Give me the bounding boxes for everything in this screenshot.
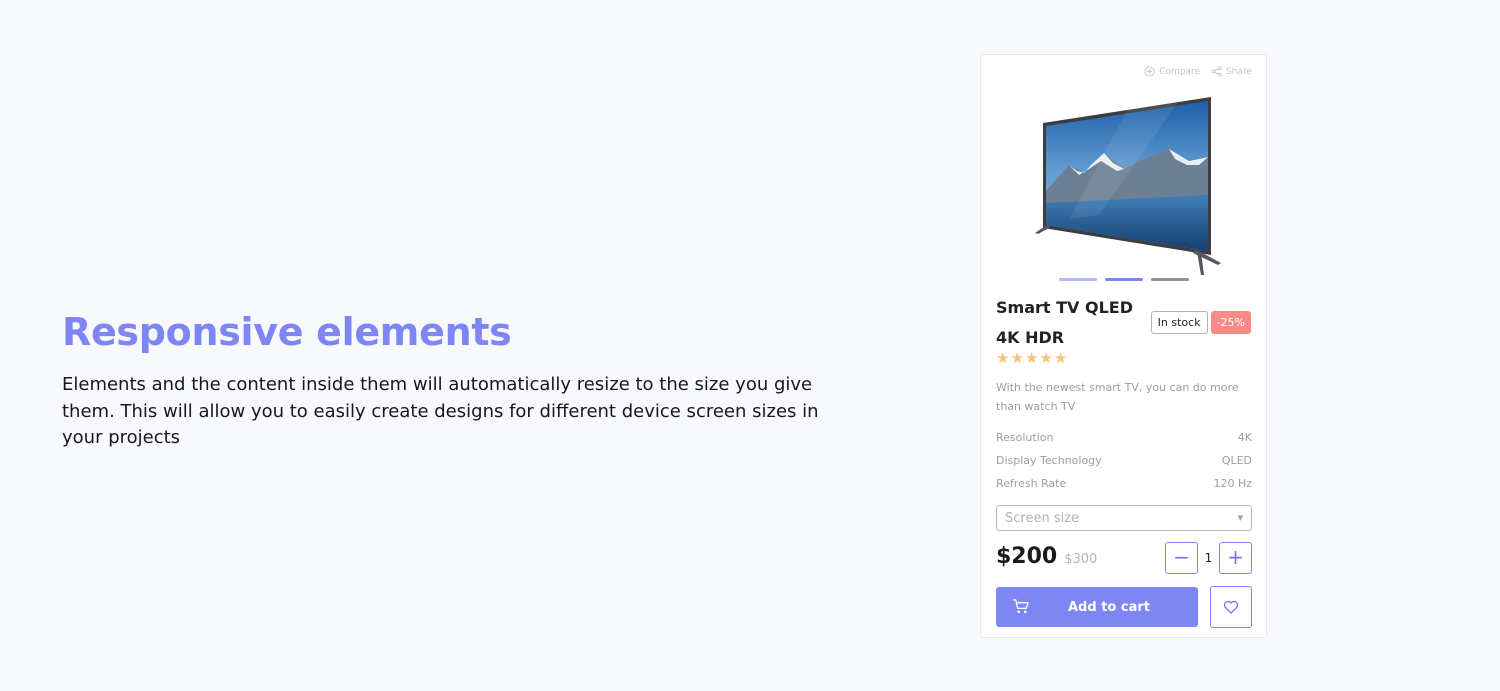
price-current: $200	[996, 544, 1058, 569]
intro-section: Responsive elements Elements and the con…	[62, 306, 822, 452]
share-label: Share	[1226, 66, 1252, 77]
chevron-down-icon: ▼	[1237, 514, 1243, 522]
gallery-dot-active[interactable]	[1105, 278, 1143, 281]
increment-button[interactable]: +	[1219, 542, 1252, 574]
add-to-cart-button[interactable]: Add to cart	[996, 587, 1198, 627]
screen-size-placeholder: Screen size	[1005, 510, 1080, 526]
wishlist-button[interactable]	[1210, 586, 1252, 628]
quantity-value: 1	[1204, 551, 1213, 565]
product-image[interactable]	[1029, 95, 1229, 277]
spec-list: Resolution 4K Display Technology QLED Re…	[996, 426, 1252, 495]
spec-label: Resolution	[996, 431, 1054, 444]
share-button[interactable]: Share	[1211, 66, 1252, 77]
decrement-button[interactable]: −	[1165, 542, 1198, 574]
product-title: Smart TV QLED 4K HDR	[996, 298, 1133, 347]
discount-badge: -25%	[1210, 311, 1251, 334]
spec-value: 120 Hz	[1213, 477, 1252, 490]
spec-row-display-technology: Display Technology QLED	[996, 449, 1252, 472]
product-description: With the newest smart TV, you can do mor…	[996, 381, 1239, 413]
gallery-pagination	[1059, 278, 1189, 281]
price-block: $200 $300	[996, 544, 1097, 569]
stock-badge: In stock	[1150, 311, 1208, 334]
spec-label: Display Technology	[996, 454, 1102, 467]
quantity-stepper: − 1 +	[1165, 542, 1252, 574]
spec-row-resolution: Resolution 4K	[996, 426, 1252, 449]
gallery-dot[interactable]	[1059, 278, 1097, 281]
intro-body: Elements and the content inside them wil…	[62, 374, 819, 448]
star-icon: ★	[1024, 349, 1039, 367]
spec-value: QLED	[1221, 454, 1252, 467]
badge-group: In stock -25%	[1150, 311, 1251, 334]
star-icon: ★	[996, 349, 1010, 367]
screen-size-select[interactable]: Screen size ▼	[996, 505, 1252, 531]
star-icon: ★	[1039, 349, 1053, 367]
compare-button[interactable]: Compare	[1144, 66, 1200, 77]
price-old: $300	[1064, 552, 1098, 567]
compare-icon	[1144, 66, 1155, 77]
rating-stars: ★ ★ ★ ★ ★	[996, 350, 1067, 366]
star-icon: ★	[1053, 349, 1068, 367]
star-icon: ★	[1010, 349, 1024, 367]
heart-icon	[1223, 600, 1239, 614]
compare-label: Compare	[1159, 66, 1201, 77]
card-actions: Compare Share	[1144, 66, 1252, 77]
gallery-dot[interactable]	[1151, 278, 1189, 281]
spec-value: 4K	[1237, 431, 1252, 444]
cart-icon	[1012, 599, 1029, 614]
share-icon	[1211, 66, 1222, 77]
product-card: Compare Share Smart TV QLED 4K HDR In st…	[980, 54, 1267, 638]
spec-label: Refresh Rate	[996, 477, 1067, 490]
intro-heading: Responsive elements	[62, 310, 512, 354]
spec-row-refresh-rate: Refresh Rate 120 Hz	[996, 472, 1252, 495]
